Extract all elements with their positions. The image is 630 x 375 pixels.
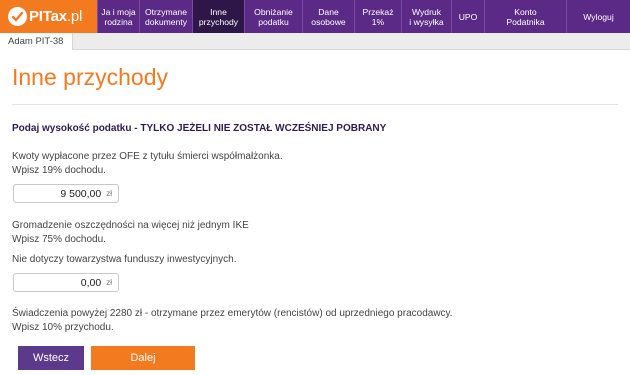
page-title: Inne przychody <box>12 64 168 90</box>
ofe-amount-value: 9 500,00 <box>60 187 102 200</box>
section-heading: Podaj wysokość podatku - TYLKO JEŻELI NI… <box>12 123 387 134</box>
ike-amount-value: 0,00 <box>80 276 102 289</box>
field-pension-hint: Wpisz 10% przychodu. <box>12 322 114 333</box>
checkmark-icon <box>8 7 27 26</box>
ike-amount-input[interactable]: 0,00 zł <box>13 273 119 292</box>
brand-name: PITax.pl <box>29 8 83 25</box>
nav-item-tax-reduction[interactable]: Obniżanie podatku <box>244 0 302 33</box>
currency-label: zł <box>106 189 112 198</box>
field-pension-description: Świadczenia powyżej 2280 zł - otrzymane … <box>12 308 453 319</box>
field-ofe-hint: Wpisz 19% dochodu. <box>12 165 106 176</box>
nav-item-documents[interactable]: Otrzymane dokumenty <box>139 0 192 33</box>
next-button[interactable]: Dalej <box>91 346 195 370</box>
field-ofe-description: Kwoty wypłacone przez OFE z tytułu śmier… <box>12 151 283 162</box>
field-ike-note: Nie dotyczy towarzystwa funduszy inwesty… <box>12 254 237 265</box>
nav-item-other-income[interactable]: Inne przychody <box>192 0 244 33</box>
top-navigation: PITax.pl Ja i moja rodzina Otrzymane dok… <box>0 0 630 33</box>
nav-item-logout[interactable]: Wyloguj <box>566 0 630 33</box>
back-button[interactable]: Wstecz <box>18 346 84 370</box>
nav-item-taxpayer-account[interactable]: Konto Podatnika <box>484 0 566 33</box>
declaration-tabs: Adam PIT-38 <box>0 33 630 50</box>
nav-item-family[interactable]: Ja i moja rodzina <box>97 0 139 33</box>
nav-item-upo[interactable]: UPO <box>451 0 484 33</box>
nav-item-personal-data[interactable]: Dane osobowe <box>302 0 354 33</box>
nav-item-print-send[interactable]: Wydruk i wysyłka <box>401 0 451 33</box>
nav-item-donate-1-percent[interactable]: Przekaż 1% <box>354 0 401 33</box>
declaration-tab-active[interactable]: Adam PIT-38 <box>0 33 73 50</box>
ofe-amount-input[interactable]: 9 500,00 zł <box>13 184 119 203</box>
main-menu: Ja i moja rodzina Otrzymane dokumenty In… <box>97 0 630 33</box>
divider <box>12 104 618 105</box>
field-ike-hint: Wpisz 75% dochodu. <box>12 234 106 245</box>
currency-label: zł <box>106 278 112 287</box>
field-ike-description: Gromadzenie oszczędności na więcej niż j… <box>12 220 249 231</box>
brand-logo[interactable]: PITax.pl <box>0 0 97 33</box>
